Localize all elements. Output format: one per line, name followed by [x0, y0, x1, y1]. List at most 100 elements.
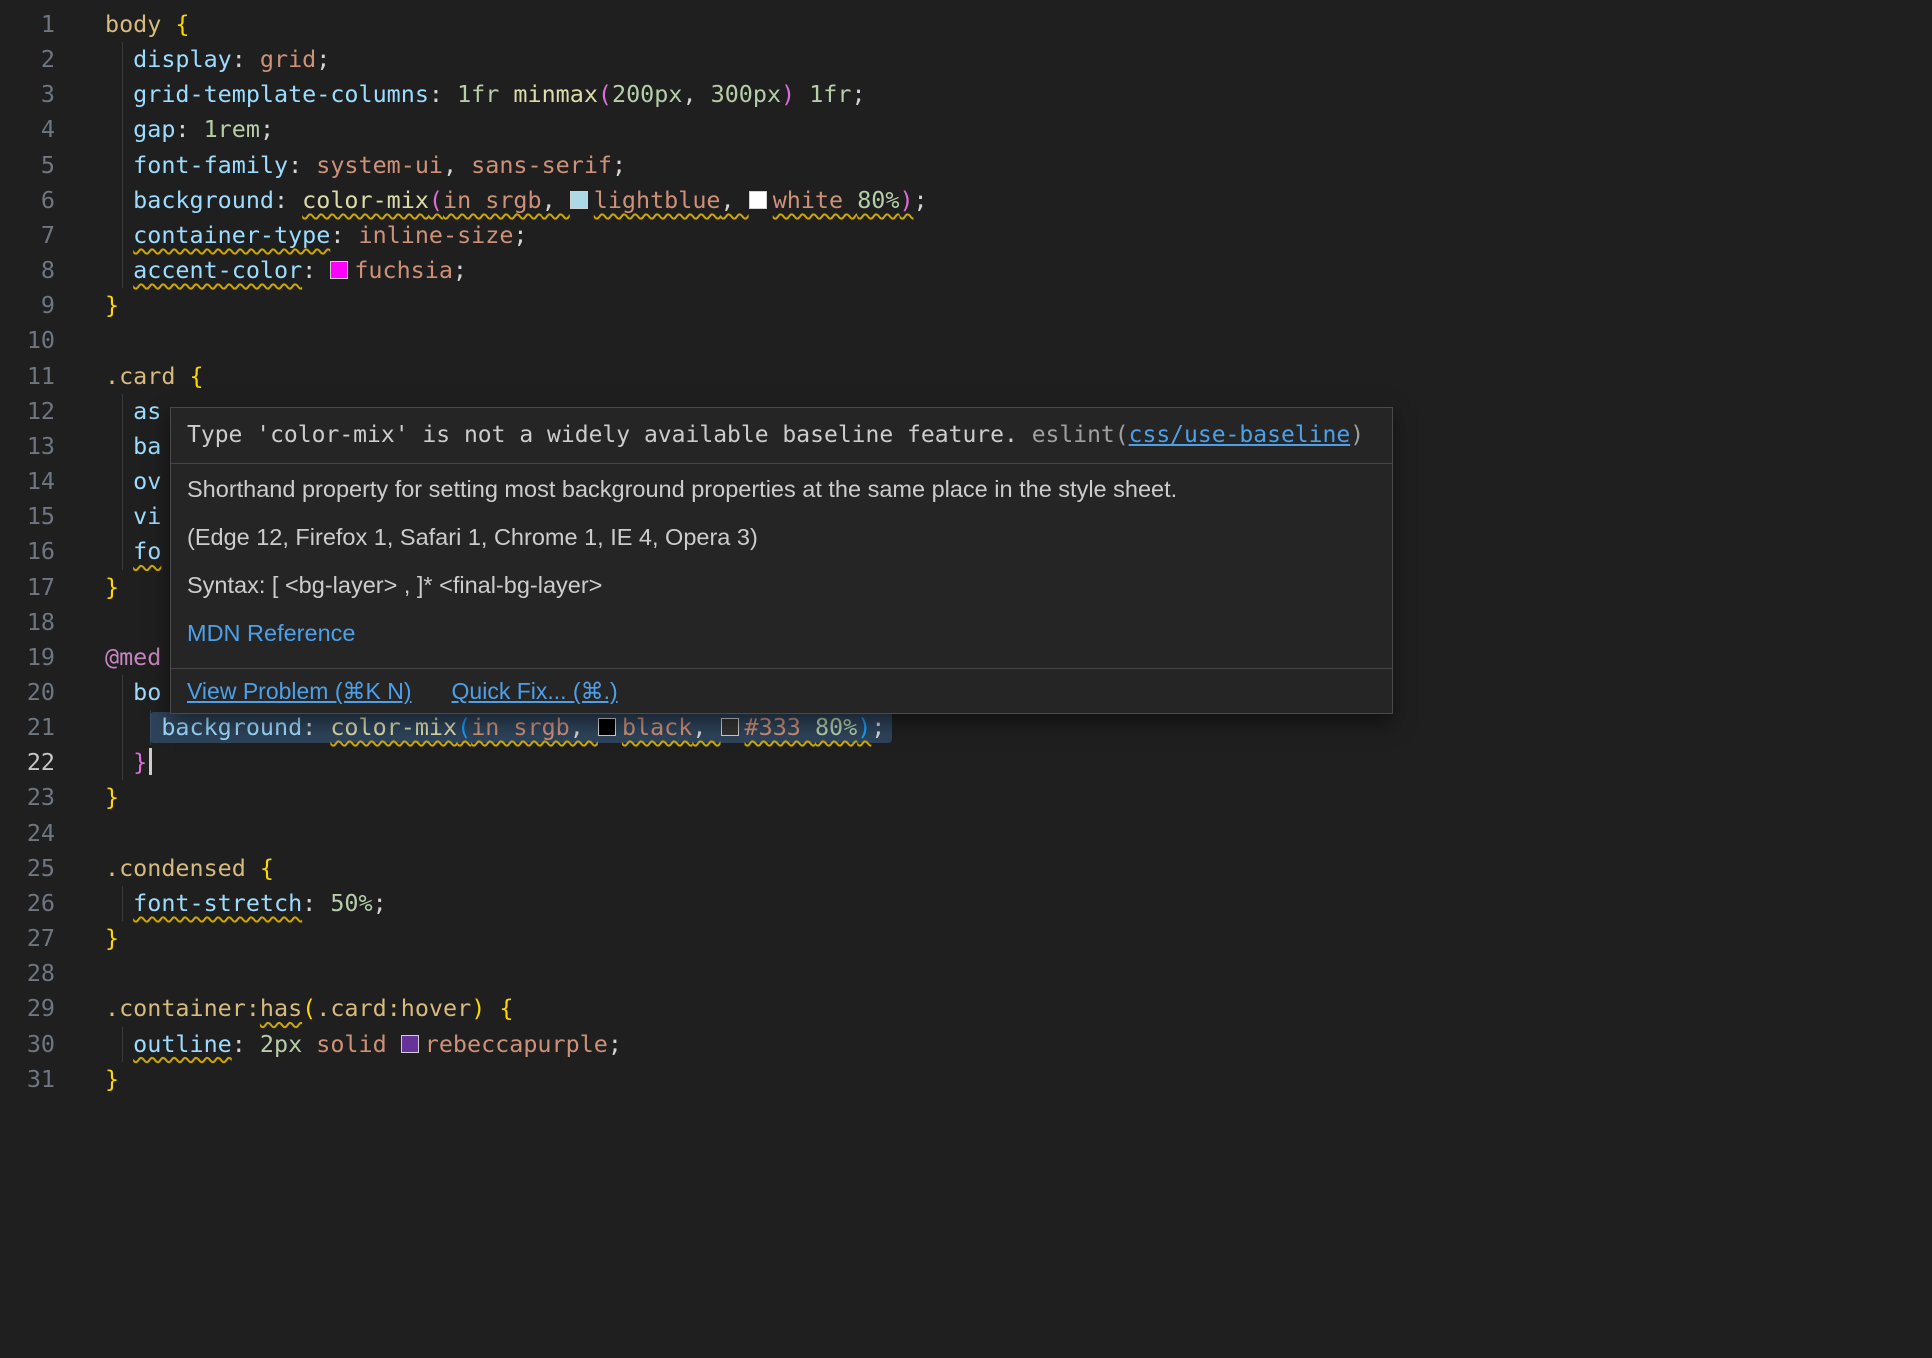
- code-text: }: [105, 1062, 119, 1097]
- line-number[interactable]: 10: [0, 323, 55, 358]
- code-token: }: [105, 924, 119, 952]
- diagnostic-rule-link[interactable]: css/use-baseline: [1129, 422, 1351, 448]
- line-number[interactable]: 5: [0, 148, 55, 183]
- code-line[interactable]: 3 grid-template-columns: 1fr minmax(200p…: [0, 77, 1932, 112]
- code-token: [105, 889, 133, 917]
- code-line[interactable]: 4 gap: 1rem;: [0, 112, 1932, 147]
- code-token: (: [302, 994, 316, 1022]
- hover-actions-bar: View Problem (⌘K N) Quick Fix... (⌘.): [171, 668, 1392, 713]
- code-line[interactable]: 23}: [0, 780, 1932, 815]
- code-text: }: [105, 921, 119, 956]
- code-line[interactable]: 24: [0, 816, 1932, 851]
- code-line[interactable]: 6 background: color-mix(in srgb, lightbl…: [0, 183, 1932, 218]
- line-number[interactable]: 29: [0, 991, 55, 1026]
- code-line[interactable]: 25.condensed {: [0, 851, 1932, 886]
- line-number[interactable]: 12: [0, 394, 55, 429]
- quick-fix-action[interactable]: Quick Fix... (⌘.): [452, 677, 618, 705]
- code-token: background: [133, 186, 274, 214]
- code-line[interactable]: 10: [0, 323, 1932, 358]
- code-line[interactable]: 8 accent-color: fuchsia;: [0, 253, 1932, 288]
- line-number[interactable]: 4: [0, 112, 55, 147]
- code-token: [105, 115, 133, 143]
- code-line[interactable]: 27}: [0, 921, 1932, 956]
- line-number[interactable]: 22: [0, 745, 55, 780]
- line-number[interactable]: 21: [0, 710, 55, 745]
- code-line[interactable]: 22 }: [0, 745, 1932, 780]
- code-token: :: [429, 80, 457, 108]
- color-swatch[interactable]: [330, 261, 348, 279]
- code-text: .card {: [105, 359, 204, 394]
- hover-documentation: Shorthand property for setting most back…: [171, 464, 1392, 668]
- line-number[interactable]: 16: [0, 534, 55, 569]
- line-number[interactable]: 14: [0, 464, 55, 499]
- color-swatch[interactable]: [570, 191, 588, 209]
- code-token: white: [749, 186, 858, 214]
- code-token: :: [175, 115, 203, 143]
- mdn-reference-link[interactable]: MDN Reference: [187, 620, 355, 646]
- code-token: [105, 678, 133, 706]
- line-number[interactable]: 31: [0, 1062, 55, 1097]
- line-number[interactable]: 19: [0, 640, 55, 675]
- code-editor[interactable]: 1body {2 display: grid;3 grid-template-c…: [0, 0, 1932, 1358]
- code-token: ): [781, 80, 795, 108]
- code-line[interactable]: 31}: [0, 1062, 1932, 1097]
- line-number[interactable]: 2: [0, 42, 55, 77]
- code-token: accent-color: [133, 256, 302, 284]
- code-line[interactable]: 26 font-stretch: 50%;: [0, 886, 1932, 921]
- code-token: ;: [851, 80, 865, 108]
- line-number[interactable]: 17: [0, 570, 55, 605]
- code-line[interactable]: 9}: [0, 288, 1932, 323]
- view-problem-action[interactable]: View Problem (⌘K N): [187, 677, 412, 705]
- code-token: [105, 45, 133, 73]
- code-token: rebeccapurple: [401, 1030, 608, 1058]
- code-text: }: [105, 288, 119, 323]
- line-number[interactable]: 3: [0, 77, 55, 112]
- line-number[interactable]: 23: [0, 780, 55, 815]
- color-swatch[interactable]: [401, 1035, 419, 1053]
- code-token: :: [246, 994, 260, 1022]
- line-number[interactable]: 6: [0, 183, 55, 218]
- line-number[interactable]: 28: [0, 956, 55, 991]
- code-token: [105, 1030, 133, 1058]
- line-number[interactable]: 13: [0, 429, 55, 464]
- line-number[interactable]: 26: [0, 886, 55, 921]
- line-number[interactable]: 18: [0, 605, 55, 640]
- code-token: as: [133, 397, 161, 425]
- code-token: }: [105, 291, 119, 319]
- line-number[interactable]: 24: [0, 816, 55, 851]
- code-line[interactable]: 5 font-family: system-ui, sans-serif;: [0, 148, 1932, 183]
- syntax-line: Syntax: [ <bg-layer> , ]* <final-bg-laye…: [187, 570, 1376, 600]
- code-line[interactable]: 21 background: color-mix(in srgb, black,…: [0, 710, 1932, 745]
- line-number[interactable]: 27: [0, 921, 55, 956]
- code-line[interactable]: 11 .card {: [0, 359, 1932, 394]
- code-text: background: color-mix(in srgb, lightblue…: [105, 183, 928, 218]
- code-token: ;: [453, 256, 467, 284]
- code-token: [105, 537, 133, 565]
- line-number[interactable]: 30: [0, 1027, 55, 1062]
- line-number[interactable]: 1: [0, 7, 55, 42]
- diagnostic-source-prefix: eslint(: [1032, 422, 1129, 448]
- code-line[interactable]: 28: [0, 956, 1932, 991]
- code-text: .container:has(.card:hover) {: [105, 991, 513, 1026]
- code-token: ): [857, 713, 871, 741]
- code-token: 2px: [260, 1030, 316, 1058]
- color-swatch[interactable]: [598, 718, 616, 736]
- code-token: :: [302, 713, 330, 741]
- color-swatch[interactable]: [721, 718, 739, 736]
- code-line[interactable]: 30 outline: 2px solid rebeccapurple;: [0, 1027, 1932, 1062]
- line-number[interactable]: 15: [0, 499, 55, 534]
- line-number[interactable]: 11: [0, 359, 55, 394]
- code-token: ;: [914, 186, 928, 214]
- code-token: @med: [105, 643, 161, 671]
- line-number[interactable]: 8: [0, 253, 55, 288]
- code-token: (: [457, 713, 471, 741]
- line-number[interactable]: 20: [0, 675, 55, 710]
- code-line[interactable]: 1body {: [0, 7, 1932, 42]
- code-line[interactable]: 29 .container:has(.card:hover) {: [0, 991, 1932, 1026]
- line-number[interactable]: 7: [0, 218, 55, 253]
- line-number[interactable]: 9: [0, 288, 55, 323]
- color-swatch[interactable]: [749, 191, 767, 209]
- code-line[interactable]: 7 container-type: inline-size;: [0, 218, 1932, 253]
- line-number[interactable]: 25: [0, 851, 55, 886]
- code-line[interactable]: 2 display: grid;: [0, 42, 1932, 77]
